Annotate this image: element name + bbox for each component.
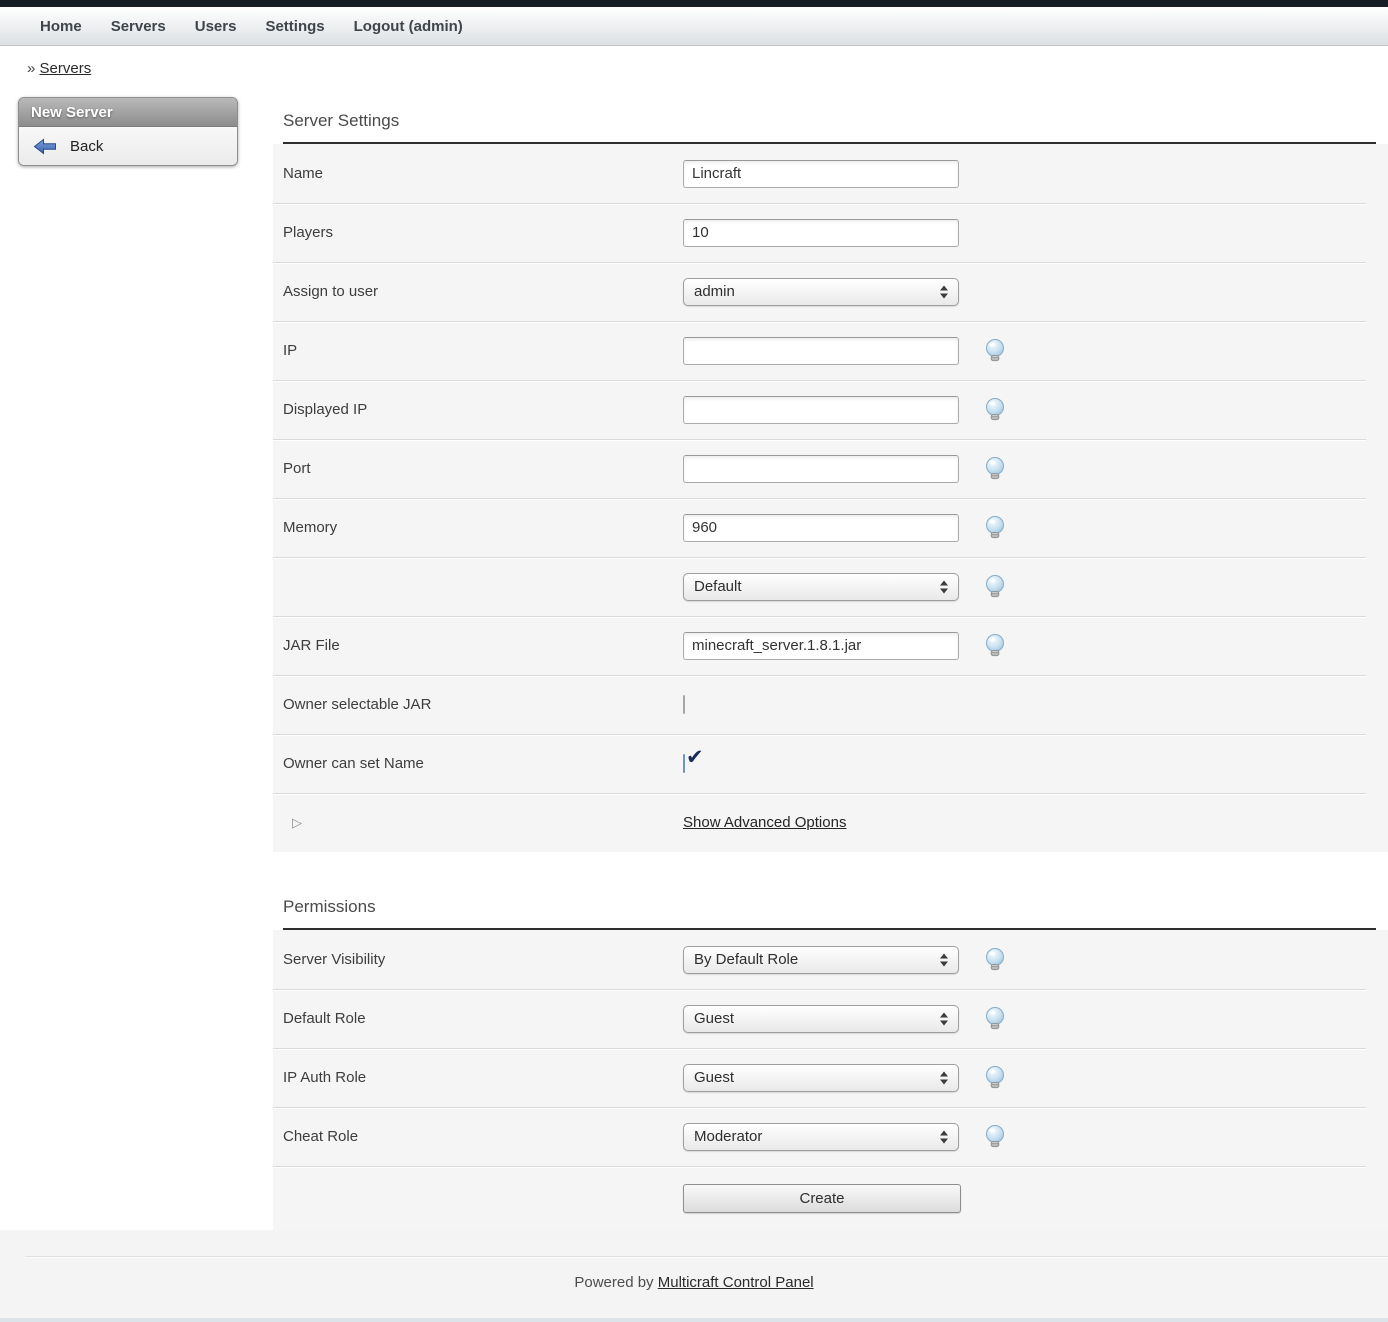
memory-field-row: Memory [273,498,1388,557]
cheat-role-label: Cheat Role [273,1128,683,1145]
owner-selectable-jar-row: Owner selectable JAR [273,675,1388,734]
show-advanced-options-link[interactable]: Show Advanced Options [683,814,846,831]
breadcrumb-link-servers[interactable]: Servers [40,60,92,77]
cheat-role-select[interactable]: Moderator [683,1123,959,1151]
help-bulb-icon[interactable] [984,456,1006,481]
footer-divider [25,1256,1388,1257]
ip-auth-role-select[interactable]: Guest [683,1064,959,1092]
jar-file-row: JAR File [273,616,1388,675]
server-visibility-value: By Default Role [694,951,798,968]
server-visibility-label: Server Visibility [273,951,683,968]
name-label: Name [273,165,683,182]
ip-auth-role-value: Guest [694,1069,734,1086]
nav-item-settings[interactable]: Settings [265,18,324,35]
assign-to-user-value: admin [694,283,735,300]
default-role-label: Default Role [273,1010,683,1027]
help-bulb-icon[interactable] [984,515,1006,540]
select-stepper-icon [940,1130,948,1143]
section-title-permissions: Permissions [283,897,1388,917]
section-title-server-settings: Server Settings [283,111,1388,131]
jar-file-label: JAR File [273,637,683,654]
page-footer: Powered by Multicraft Control Panel [0,1230,1388,1322]
assign-to-user-row: Assign to user admin [273,262,1388,321]
assign-to-user-select[interactable]: admin [683,278,959,306]
players-input[interactable] [683,219,959,247]
players-field-row: Players [273,203,1388,262]
ip-field-row: IP [273,321,1388,380]
disclosure-triangle-icon[interactable]: ▷ [292,815,302,831]
select-stepper-icon [940,580,948,593]
nav-item-logout[interactable]: Logout (admin) [354,18,463,35]
players-label: Players [273,224,683,241]
port-input[interactable] [683,455,959,483]
new-server-panel: New Server Back [18,97,238,166]
server-settings-section-header: Server Settings [273,81,1388,144]
bottom-strip [0,1318,1388,1322]
assign-to-user-label: Assign to user [273,283,683,300]
cheat-role-value: Moderator [694,1128,762,1145]
ip-auth-role-row: IP Auth Role Guest [273,1048,1388,1107]
help-bulb-icon[interactable] [984,397,1006,422]
select-stepper-icon [940,285,948,298]
advanced-options-row: ▷ Show Advanced Options [273,793,1388,852]
memory-input[interactable] [683,514,959,542]
help-bulb-icon[interactable] [984,338,1006,363]
name-input[interactable] [683,160,959,188]
help-bulb-icon[interactable] [984,1124,1006,1149]
nav-item-servers[interactable]: Servers [111,18,166,35]
back-label: Back [70,138,103,155]
permissions-section-header: Permissions [273,852,1388,930]
default-select[interactable]: Default [683,573,959,601]
owner-selectable-jar-checkbox[interactable] [683,695,685,714]
owner-selectable-jar-label: Owner selectable JAR [273,696,683,713]
help-bulb-icon[interactable] [984,947,1006,972]
create-button[interactable]: Create [683,1184,961,1213]
default-role-row: Default Role Guest [273,989,1388,1048]
footer-text: Powered by [574,1274,653,1291]
nav-item-users[interactable]: Users [195,18,237,35]
default-role-value: Guest [694,1010,734,1027]
help-bulb-icon[interactable] [984,1006,1006,1031]
owner-can-set-name-row: Owner can set Name [273,734,1388,793]
displayed-ip-label: Displayed IP [273,401,683,418]
select-stepper-icon [940,953,948,966]
name-field-row: Name [273,144,1388,203]
ip-auth-role-label: IP Auth Role [273,1069,683,1086]
window-top-strip [0,0,1388,7]
create-button-row: Create [273,1166,1388,1230]
world-type-row: Default [273,557,1388,616]
form-area: Server Settings Name Players Assign to u… [273,81,1388,1230]
default-select-value: Default [694,578,742,595]
displayed-ip-input[interactable] [683,396,959,424]
panel-title: New Server [19,98,237,127]
owner-can-set-name-label: Owner can set Name [273,755,683,772]
nav-item-home[interactable]: Home [40,18,82,35]
breadcrumb: » Servers [0,46,1388,81]
select-stepper-icon [940,1012,948,1025]
owner-can-set-name-checkbox[interactable] [683,754,685,773]
server-visibility-select[interactable]: By Default Role [683,946,959,974]
help-bulb-icon[interactable] [984,633,1006,658]
help-bulb-icon[interactable] [984,574,1006,599]
cheat-role-row: Cheat Role Moderator [273,1107,1388,1166]
ip-label: IP [273,342,683,359]
server-visibility-row: Server Visibility By Default Role [273,930,1388,989]
breadcrumb-marker: » [27,60,35,77]
back-arrow-icon [33,138,57,155]
jar-file-input[interactable] [683,632,959,660]
port-label: Port [273,460,683,477]
ip-input[interactable] [683,337,959,365]
displayed-ip-field-row: Displayed IP [273,380,1388,439]
back-button[interactable]: Back [19,127,237,165]
main-navigation: Home Servers Users Settings Logout (admi… [0,7,1388,46]
multicraft-link[interactable]: Multicraft Control Panel [658,1274,814,1291]
select-stepper-icon [940,1071,948,1084]
port-field-row: Port [273,439,1388,498]
default-role-select[interactable]: Guest [683,1005,959,1033]
memory-label: Memory [273,519,683,536]
help-bulb-icon[interactable] [984,1065,1006,1090]
